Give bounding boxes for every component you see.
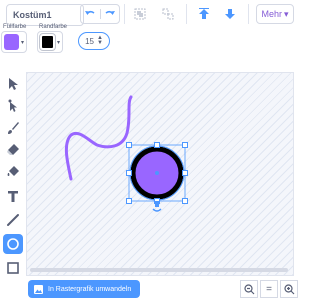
- ungroup-button[interactable]: [160, 6, 176, 22]
- chevron-down-icon: ▾: [283, 8, 289, 19]
- tool-reshape[interactable]: [3, 96, 23, 116]
- toolbar-divider: [248, 4, 249, 24]
- bitmap-icon: [34, 284, 43, 294]
- zoom-in-button[interactable]: [280, 280, 298, 298]
- paint-bucket-icon: [7, 166, 19, 176]
- chevron-down-icon: ▾: [57, 39, 61, 46]
- zoom-reset-label: =: [266, 283, 272, 295]
- ungroup-icon: [162, 8, 174, 20]
- selected-circle-shape: [126, 142, 188, 212]
- stepper-icon: ▲ ▼: [96, 35, 103, 46]
- convert-to-bitmap-label: In Rastergrafik umwandeln: [48, 285, 132, 293]
- outline-color-label: Randfarbe: [39, 24, 68, 30]
- purple-brush-stroke: [64, 95, 133, 181]
- convert-to-bitmap-button[interactable]: In Rastergrafik umwandeln: [28, 280, 140, 298]
- fill-color-swatch: [4, 34, 19, 50]
- backward-icon: [225, 9, 235, 19]
- redo-button[interactable]: [99, 9, 120, 19]
- outline-color-picker[interactable]: ▾: [37, 31, 63, 53]
- outline-color-swatch: [39, 33, 56, 51]
- zoom-reset-button[interactable]: =: [260, 280, 278, 298]
- more-button[interactable]: Mehr ▾: [256, 4, 294, 24]
- tool-eraser[interactable]: [3, 140, 23, 160]
- tool-text[interactable]: [3, 186, 23, 206]
- forward-button[interactable]: [196, 6, 212, 22]
- text-icon: [8, 191, 18, 202]
- toolbar-divider: [124, 4, 125, 24]
- undo-button[interactable]: [81, 9, 100, 19]
- group-button[interactable]: [132, 6, 148, 22]
- fill-color-label: Füllfarbe: [3, 24, 27, 30]
- toolbar-divider: [186, 4, 187, 24]
- group-icon: [134, 8, 146, 20]
- zoom-out-icon: [243, 283, 254, 294]
- fill-color-picker[interactable]: ▾: [1, 31, 27, 53]
- undo-redo-group: [80, 4, 120, 24]
- arrow-cursor-icon: [9, 78, 18, 90]
- forward-icon: [199, 8, 209, 19]
- undo-icon: [85, 10, 95, 15]
- eraser-icon: [7, 144, 19, 155]
- tool-fill[interactable]: [3, 162, 23, 182]
- rectangle-icon: [7, 262, 19, 274]
- backward-button[interactable]: [222, 6, 238, 22]
- chevron-down-icon: ▾: [21, 39, 25, 46]
- circle-icon: [7, 238, 19, 250]
- horizontal-scrollbar[interactable]: [30, 268, 288, 272]
- zoom-in-icon: [283, 283, 294, 294]
- stroke-width-value: 15: [85, 36, 94, 46]
- zoom-out-button[interactable]: [240, 280, 258, 298]
- canvas-drawing: [64, 95, 188, 212]
- tool-rectangle[interactable]: [3, 258, 23, 278]
- reshape-icon: [8, 99, 17, 112]
- tool-brush[interactable]: [3, 118, 23, 138]
- line-icon: [7, 214, 19, 226]
- more-label: Mehr: [261, 9, 282, 19]
- brush-icon: [8, 122, 19, 134]
- costume-name-input[interactable]: Kostüm1: [6, 4, 84, 26]
- paint-canvas[interactable]: [26, 72, 294, 276]
- tool-circle[interactable]: [3, 234, 23, 254]
- redo-icon: [105, 10, 115, 15]
- stroke-width-input[interactable]: 15 ▲ ▼: [78, 32, 110, 50]
- tool-select[interactable]: [3, 74, 23, 94]
- tool-line[interactable]: [3, 210, 23, 230]
